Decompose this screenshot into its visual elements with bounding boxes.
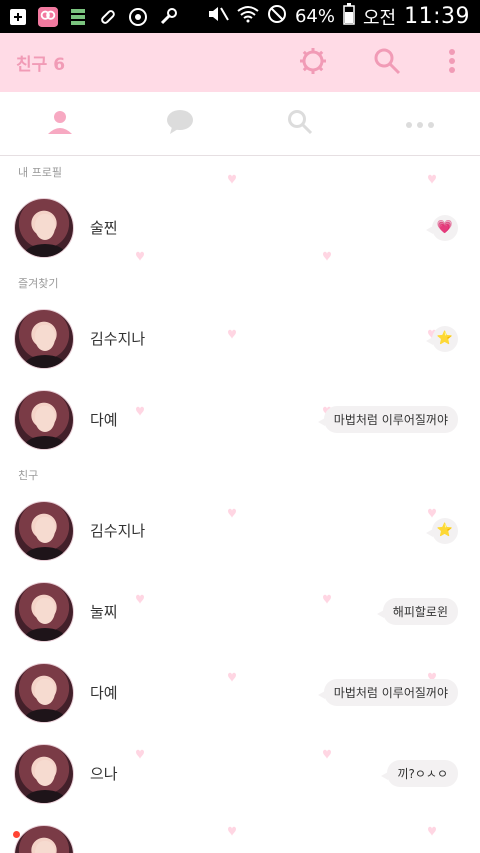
overflow-menu-button[interactable] — [424, 33, 480, 92]
wifi-icon — [237, 5, 259, 28]
avatar — [14, 581, 74, 642]
pill-icon — [98, 7, 118, 27]
status-message: 마법처럼 이루어질꺼야 — [317, 406, 458, 433]
my-profile-row[interactable]: 술찐 💗 — [0, 187, 480, 268]
list-item[interactable]: 다예 마법처럼 이루어질꺼야 — [0, 379, 480, 460]
friend-name: 김수지나 — [90, 522, 146, 540]
heart-emoji-badge: 💗 — [426, 214, 458, 241]
gear-icon — [298, 46, 328, 80]
list-item[interactable]: 눌찌 해피할로윈 — [0, 571, 480, 652]
search-icon — [373, 47, 401, 79]
friend-name: 김수지나 — [90, 330, 146, 348]
avatar — [14, 662, 74, 723]
notification-dot — [13, 831, 20, 838]
battery-percent: 64% — [294, 6, 335, 27]
settings-button[interactable] — [276, 33, 350, 92]
more-vertical-icon — [448, 48, 456, 78]
app-bar: 친구 6 — [0, 33, 480, 92]
star-emoji-badge: ⭐ — [426, 325, 458, 352]
list-item[interactable]: 김수지나 ⭐ — [0, 298, 480, 379]
section-header-my-profile: 내 프로필 — [18, 166, 62, 179]
search-icon — [287, 109, 313, 139]
chat-bubble-icon — [166, 109, 194, 139]
time-ampm: 오전 — [362, 7, 397, 29]
search-button[interactable] — [350, 33, 424, 92]
clock: 11:39 — [404, 4, 470, 29]
more-horizontal-icon — [405, 114, 435, 133]
plus-box-icon — [8, 7, 28, 27]
tab-chats[interactable] — [120, 92, 240, 155]
list-item[interactable]: 으나 끼?ㅇㅅㅇ — [0, 733, 480, 814]
battery-icon — [343, 3, 355, 30]
tab-search[interactable] — [240, 92, 360, 155]
friend-name: 다예 — [90, 411, 118, 429]
tab-more[interactable] — [360, 92, 480, 155]
tab-bar — [0, 92, 480, 156]
page-title: 친구 6 — [16, 55, 66, 75]
star-emoji-badge: ⭐ — [426, 517, 458, 544]
wrench-icon — [158, 7, 178, 27]
profile-name: 술찐 — [90, 219, 118, 237]
avatar — [14, 389, 74, 450]
status-message: 마법처럼 이루어질꺼야 — [317, 679, 458, 706]
mute-icon — [207, 5, 229, 28]
storage-icon — [68, 7, 88, 27]
avatar — [14, 308, 74, 369]
sync-icon — [128, 7, 148, 27]
friend-name: 으나 — [90, 765, 118, 783]
avatar — [14, 197, 74, 258]
status-bar: 64% 오전 11:39 — [0, 0, 480, 33]
section-header-friends: 친구 — [18, 469, 39, 482]
friend-name: 눌찌 — [90, 603, 118, 621]
status-message: 끼?ㅇㅅㅇ — [381, 760, 458, 787]
avatar — [14, 743, 74, 804]
friend-name: 다예 — [90, 684, 118, 702]
avatar — [14, 824, 74, 853]
avatar — [14, 500, 74, 561]
person-icon — [45, 108, 75, 140]
section-header-favorites: 즐겨찾기 — [18, 277, 59, 290]
list-item[interactable]: 다예 마법처럼 이루어질꺼야 — [0, 652, 480, 733]
list-item[interactable]: 김수지나 ⭐ — [0, 490, 480, 571]
list-item[interactable] — [0, 814, 480, 853]
friend-list[interactable]: 내 프로필 술찐 💗 즐겨찾기 김수지나 ⭐ 다예 마법처럼 이루어질꺼야 친구… — [0, 157, 480, 853]
status-message: 해피할로윈 — [376, 598, 458, 625]
app-notification-icon — [38, 6, 58, 27]
tab-friends[interactable] — [0, 92, 120, 155]
do-not-disturb-icon — [267, 4, 287, 29]
